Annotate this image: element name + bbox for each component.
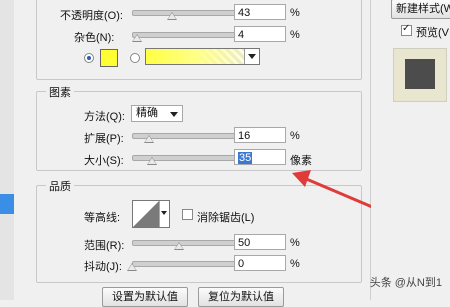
gradient-picker[interactable] <box>145 48 260 65</box>
noise-slider-thumb[interactable] <box>132 34 142 42</box>
new-style-button[interactable]: 新建样式(W <box>391 0 450 19</box>
layer-style-panel: 不透明度(O): 43 % 杂色(N): 4 % 图素 方法(Q): 精确 扩展… <box>14 0 385 307</box>
style-preview-swatch <box>405 59 435 89</box>
jitter-input[interactable]: 0 <box>234 255 286 271</box>
contour-picker[interactable] <box>132 200 170 228</box>
noise-label: 杂色(N): <box>74 32 115 44</box>
antialias-checkbox[interactable] <box>182 209 193 220</box>
opacity-slider-track[interactable] <box>132 10 238 16</box>
opacity-label: 不透明度(O): <box>60 10 123 22</box>
preview-label: 预览(V <box>416 27 449 39</box>
opacity-input[interactable]: 43 <box>234 4 286 20</box>
technique-select[interactable]: 精确 <box>131 105 183 122</box>
range-slider-thumb[interactable] <box>174 242 184 250</box>
watermark-text: 头条 @从N到1 <box>369 277 442 289</box>
quality-legend: 品质 <box>46 178 74 194</box>
gradient-dropdown-arrow[interactable] <box>244 49 259 64</box>
make-default-button[interactable]: 设置为默认值 <box>102 287 188 307</box>
range-input[interactable]: 50 <box>234 234 286 250</box>
preview-checkbox[interactable] <box>401 23 412 36</box>
jitter-slider-track[interactable] <box>132 261 238 267</box>
range-unit: % <box>290 237 300 249</box>
solid-color-radio[interactable] <box>84 53 94 63</box>
technique-value: 精确 <box>136 107 158 119</box>
opacity-slider-thumb[interactable] <box>167 12 177 20</box>
jitter-unit: % <box>290 258 300 270</box>
spread-unit: % <box>290 130 300 142</box>
size-input-value: 35 <box>238 152 253 164</box>
left-strip-selection <box>0 194 14 214</box>
jitter-slider-thumb[interactable] <box>127 263 137 271</box>
color-swatch[interactable] <box>100 49 118 67</box>
jitter-label: 抖动(J): <box>84 261 122 273</box>
technique-label: 方法(Q): <box>84 111 125 123</box>
size-slider-thumb[interactable] <box>147 157 157 165</box>
opacity-unit: % <box>290 7 300 19</box>
contour-dropdown-arrow[interactable] <box>159 201 169 227</box>
contour-label: 等高线: <box>84 212 121 224</box>
size-input[interactable]: 35 <box>234 149 286 165</box>
spread-input[interactable]: 16 <box>234 127 286 143</box>
reset-default-button[interactable]: 复位为默认值 <box>198 287 284 307</box>
range-label: 范围(R): <box>84 240 125 252</box>
right-panel: 新建样式(W 预览(V <box>371 0 450 300</box>
noise-slider-track[interactable] <box>132 32 238 38</box>
size-label: 大小(S): <box>84 155 124 167</box>
noise-input[interactable]: 4 <box>234 26 286 42</box>
antialias-label: 消除锯齿(L) <box>197 212 255 224</box>
elements-legend: 图素 <box>46 84 74 100</box>
spread-label: 扩展(P): <box>84 133 124 145</box>
noise-unit: % <box>290 29 300 41</box>
gradient-radio[interactable] <box>130 53 140 63</box>
contour-curve-icon <box>133 201 159 227</box>
range-slider-track[interactable] <box>132 240 238 246</box>
left-strip <box>0 0 15 300</box>
style-preview <box>393 48 447 102</box>
spread-slider-thumb[interactable] <box>144 135 154 143</box>
chevron-down-icon <box>170 112 178 117</box>
